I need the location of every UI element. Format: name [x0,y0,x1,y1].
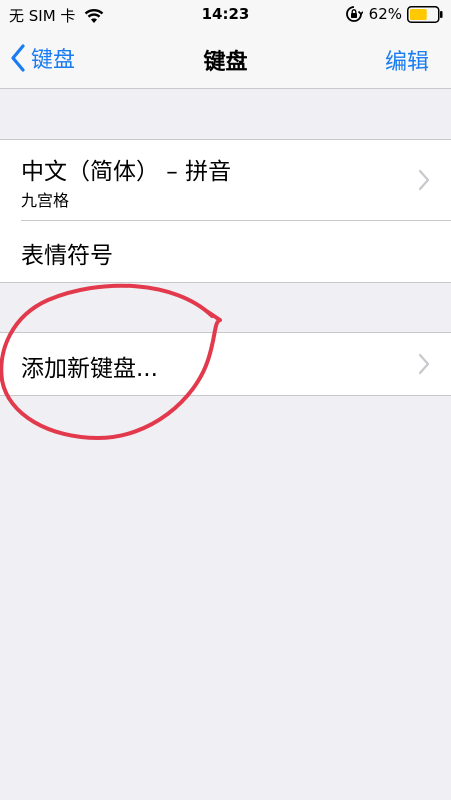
add-keyboard-label: 添加新键盘... [21,356,158,382]
chevron-right-icon [418,353,430,375]
rotation-lock-icon [345,6,363,22]
battery-percent: 62% [368,5,402,23]
battery-icon [407,5,443,23]
add-keyboard-row[interactable]: 添加新键盘... [0,333,451,395]
chevron-right-icon [418,169,430,191]
page-title: 键盘 [203,50,248,75]
navigation-bar: 键盘 键盘 编辑 [0,30,451,89]
keyboard-title: 中文（简体） – 拼音 [21,159,232,185]
status-right: 62% [345,5,443,23]
keyboard-row-emoji[interactable]: 表情符号 [0,220,451,282]
keyboards-list: 中文（简体） – 拼音 九宫格 表情符号 [0,139,451,283]
keyboard-row-pinyin[interactable]: 中文（简体） – 拼音 九宫格 [0,140,451,221]
keyboard-title: 表情符号 [21,243,113,269]
edit-button[interactable]: 编辑 [385,44,429,76]
add-keyboard-group: 添加新键盘... [0,332,451,396]
status-bar: 无 SIM 卡 14:23 62% [0,0,451,30]
keyboard-subtitle: 九宫格 [21,191,70,210]
